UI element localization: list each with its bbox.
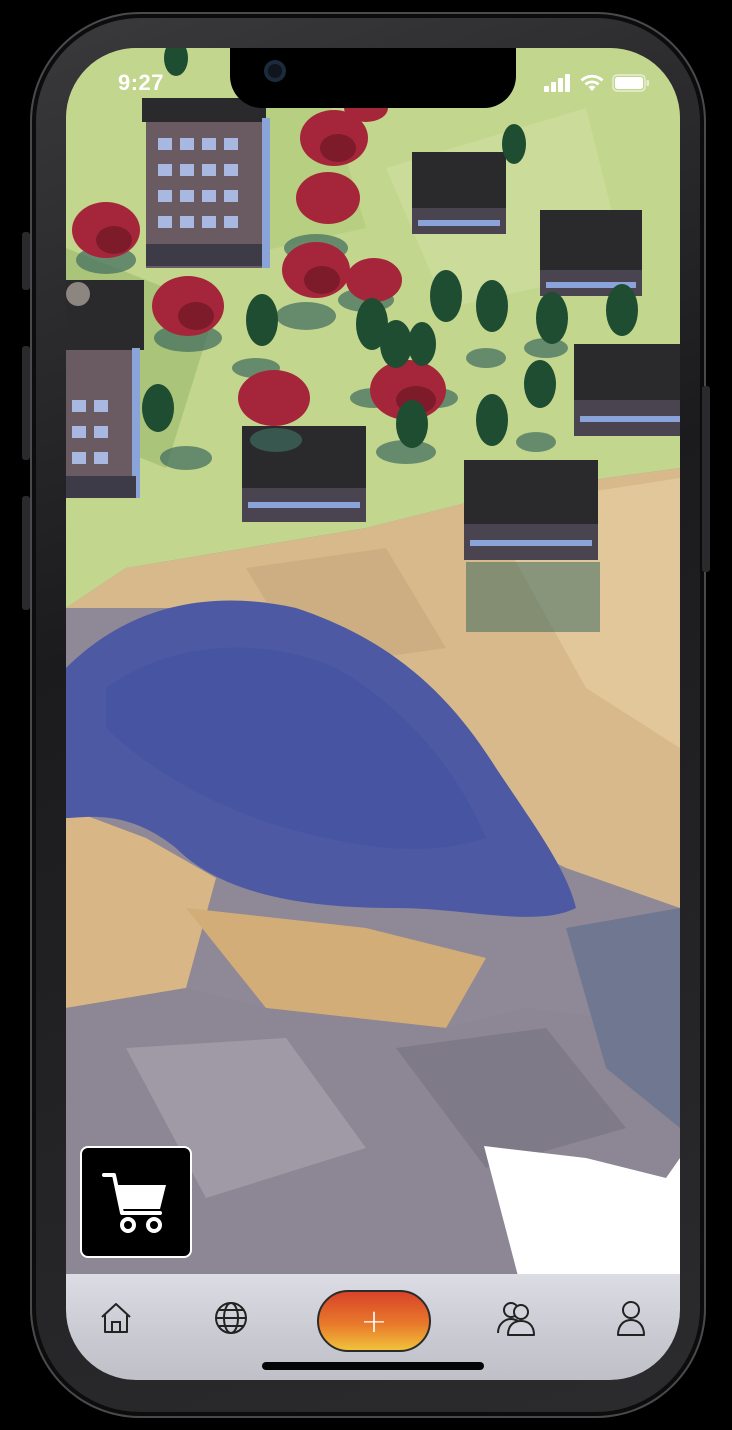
map-scene[interactable] — [66, 48, 680, 1276]
volume-up-button — [22, 346, 30, 460]
status-time: 9:27 — [118, 70, 165, 95]
nav-profile-button[interactable] — [609, 1296, 653, 1340]
plus-icon: + — [360, 1302, 388, 1340]
add-button[interactable]: + — [317, 1290, 431, 1352]
wifi-icon — [580, 74, 604, 91]
globe-icon — [215, 1302, 247, 1334]
volume-down-button — [22, 496, 30, 610]
shopping-cart-icon — [102, 1173, 166, 1233]
cellular-signal-icon — [544, 74, 570, 92]
status-icons — [544, 74, 650, 92]
home-icon — [101, 1303, 131, 1333]
notch — [230, 48, 516, 108]
nav-community-button[interactable] — [494, 1296, 538, 1340]
bottom-navigation-bar: + — [66, 1274, 680, 1380]
power-button — [702, 386, 710, 572]
nav-home-button[interactable] — [94, 1296, 138, 1340]
screen: 9:27 + — [66, 48, 680, 1380]
user-icon — [617, 1301, 645, 1336]
home-indicator[interactable] — [262, 1362, 484, 1370]
front-camera — [264, 60, 286, 82]
battery-icon — [612, 74, 649, 92]
people-icon — [497, 1302, 535, 1336]
silent-switch — [22, 232, 30, 290]
nav-globe-button[interactable] — [209, 1296, 253, 1340]
shop-cart-button[interactable] — [80, 1146, 192, 1258]
